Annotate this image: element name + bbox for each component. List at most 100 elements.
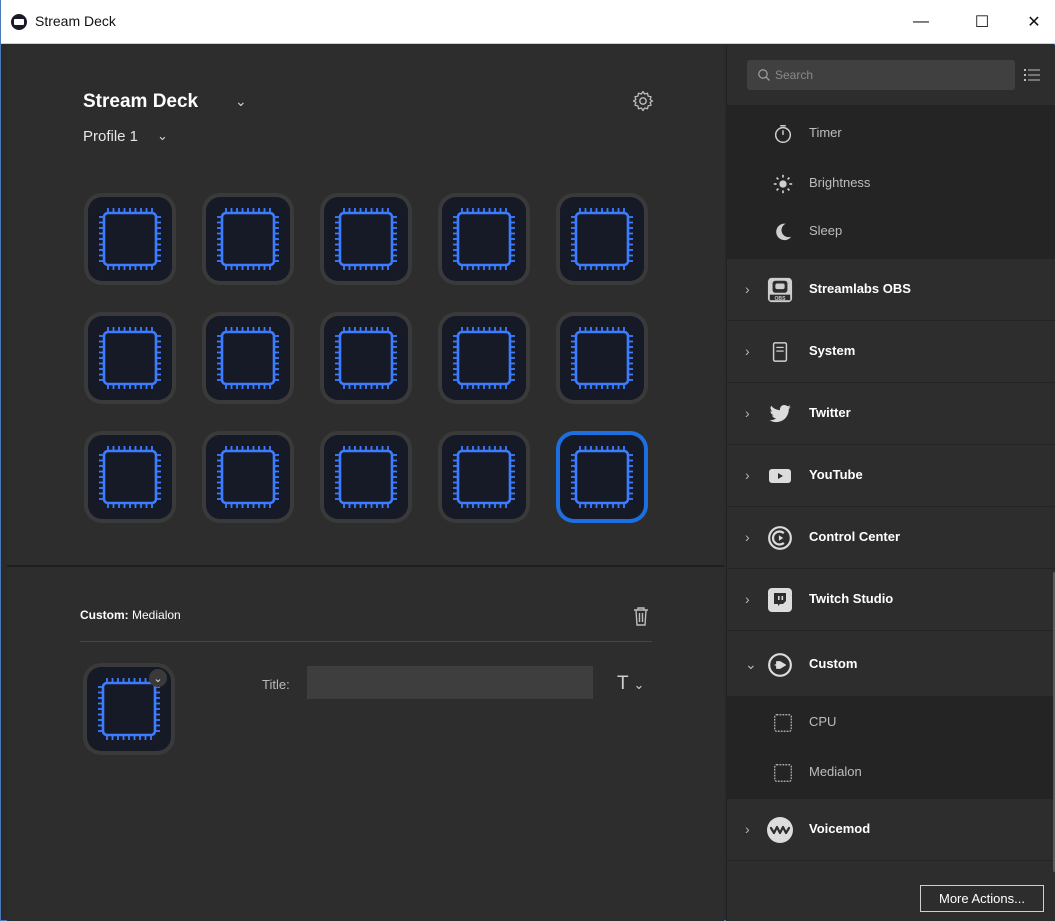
brightness-icon xyxy=(771,172,795,196)
chevron-down-icon[interactable]: ⌄ xyxy=(149,669,167,687)
svg-text:OBS: OBS xyxy=(774,296,786,302)
key-face xyxy=(206,435,290,519)
selected-key-preview[interactable]: ⌄ xyxy=(83,663,175,755)
chevron-right-icon: › xyxy=(745,343,750,359)
action-item-label: Sleep xyxy=(809,223,843,238)
property-divider xyxy=(80,641,652,642)
title-input[interactable] xyxy=(307,666,593,699)
action-item-label: Medialon xyxy=(809,764,862,779)
key-face xyxy=(442,435,526,519)
cpu-chip-icon xyxy=(335,446,397,508)
cpu-chip-icon xyxy=(217,208,279,270)
key-slot[interactable] xyxy=(320,193,412,285)
action-item-brightness[interactable]: Brightness xyxy=(727,158,1055,208)
trash-icon[interactable] xyxy=(631,605,651,627)
action-item-medialon[interactable]: Medialon xyxy=(727,747,1055,797)
key-slot[interactable] xyxy=(556,431,648,523)
cpu-chip-icon xyxy=(771,761,795,785)
key-slot[interactable] xyxy=(556,312,648,404)
key-slot[interactable] xyxy=(320,312,412,404)
list-view-icon[interactable] xyxy=(1023,66,1041,84)
search-icon xyxy=(758,69,770,81)
category-twitter[interactable]: › Twitter xyxy=(727,383,1055,445)
gear-icon[interactable] xyxy=(631,89,655,113)
title-bar: Stream Deck — ☐ ✕ xyxy=(1,0,1055,44)
profile-selector[interactable]: Profile 1 xyxy=(83,128,138,145)
key-slot[interactable] xyxy=(84,431,176,523)
key-face xyxy=(560,316,644,400)
chevron-right-icon: › xyxy=(745,591,750,607)
category-control-center[interactable]: › Control Center xyxy=(727,507,1055,569)
device-chevron-down-icon[interactable]: ⌄ xyxy=(235,93,247,110)
key-face xyxy=(442,316,526,400)
chevron-right-icon: › xyxy=(745,821,750,837)
control-center-icon xyxy=(765,523,795,553)
action-item-timer[interactable]: Timer xyxy=(727,108,1055,158)
system-sub-actions: Timer Brightness Sleep xyxy=(727,105,1055,259)
key-slot[interactable] xyxy=(202,193,294,285)
key-face xyxy=(324,197,408,281)
key-face xyxy=(206,197,290,281)
key-slot[interactable] xyxy=(438,312,530,404)
more-actions-button[interactable]: More Actions... xyxy=(920,885,1044,912)
key-face xyxy=(324,316,408,400)
chevron-right-icon: › xyxy=(745,529,750,545)
category-custom[interactable]: ⌄ Custom xyxy=(727,634,1055,697)
cpu-chip-icon xyxy=(99,208,161,270)
cpu-chip-icon xyxy=(217,327,279,389)
cpu-chip-icon xyxy=(571,446,633,508)
voicemod-icon xyxy=(765,815,795,845)
search-box[interactable] xyxy=(747,60,1015,90)
action-item-label: Brightness xyxy=(809,175,871,190)
youtube-icon xyxy=(765,461,795,491)
app-window: Stream Deck — ☐ ✕ Stream Deck ⌄ Profile … xyxy=(0,0,1055,921)
category-label: YouTube xyxy=(809,467,863,482)
minimize-button[interactable]: — xyxy=(898,0,944,44)
cpu-chip-icon xyxy=(453,446,515,508)
search-input[interactable] xyxy=(775,60,1005,90)
text-format-button[interactable]: T ⌄ xyxy=(617,673,644,695)
action-item-sleep[interactable]: Sleep xyxy=(727,206,1055,256)
key-slot[interactable] xyxy=(320,431,412,523)
key-slot[interactable] xyxy=(438,431,530,523)
text-format-icon: T xyxy=(617,673,629,694)
key-slot[interactable] xyxy=(84,312,176,404)
chevron-right-icon: › xyxy=(745,405,750,421)
key-face xyxy=(206,316,290,400)
twitch-studio-icon xyxy=(765,585,795,615)
category-voicemod[interactable]: › Voicemod xyxy=(727,799,1055,861)
category-twitch-studio[interactable]: › Twitch Studio xyxy=(727,569,1055,631)
panel-divider xyxy=(7,565,724,567)
device-name[interactable]: Stream Deck xyxy=(83,91,198,113)
key-face xyxy=(442,197,526,281)
key-face xyxy=(88,435,172,519)
close-button[interactable]: ✕ xyxy=(1011,0,1055,44)
system-icon xyxy=(765,337,795,367)
key-slot[interactable] xyxy=(438,193,530,285)
cpu-chip-icon xyxy=(99,446,161,508)
key-slot[interactable] xyxy=(84,193,176,285)
canvas-panel: Stream Deck ⌄ Profile 1 ⌄ Custom: Medial… xyxy=(7,45,724,921)
category-youtube[interactable]: › YouTube xyxy=(727,445,1055,507)
key-slot[interactable] xyxy=(556,193,648,285)
cpu-chip-icon xyxy=(217,446,279,508)
key-face xyxy=(560,435,644,519)
category-streamlabs-obs[interactable]: › OBS Streamlabs OBS xyxy=(727,259,1055,321)
category-label: Custom xyxy=(809,656,858,671)
actions-sidebar: Timer Brightness Sleep › OBS Streamlabs … xyxy=(726,45,1055,921)
key-face xyxy=(88,197,172,281)
custom-sub-actions: CPU Medialon xyxy=(727,697,1055,799)
category-label: Streamlabs OBS xyxy=(809,281,911,296)
chevron-down-icon: ⌄ xyxy=(745,656,757,672)
key-slot[interactable] xyxy=(202,431,294,523)
key-face xyxy=(560,197,644,281)
category-system[interactable]: › System xyxy=(727,321,1055,383)
key-slot[interactable] xyxy=(202,312,294,404)
custom-icon xyxy=(765,650,795,680)
action-item-cpu[interactable]: CPU xyxy=(727,697,1055,747)
twitter-icon xyxy=(765,399,795,429)
maximize-button[interactable]: ☐ xyxy=(959,0,1005,44)
profile-chevron-down-icon[interactable]: ⌄ xyxy=(157,128,168,144)
cpu-chip-icon xyxy=(99,327,161,389)
category-label: System xyxy=(809,343,856,358)
